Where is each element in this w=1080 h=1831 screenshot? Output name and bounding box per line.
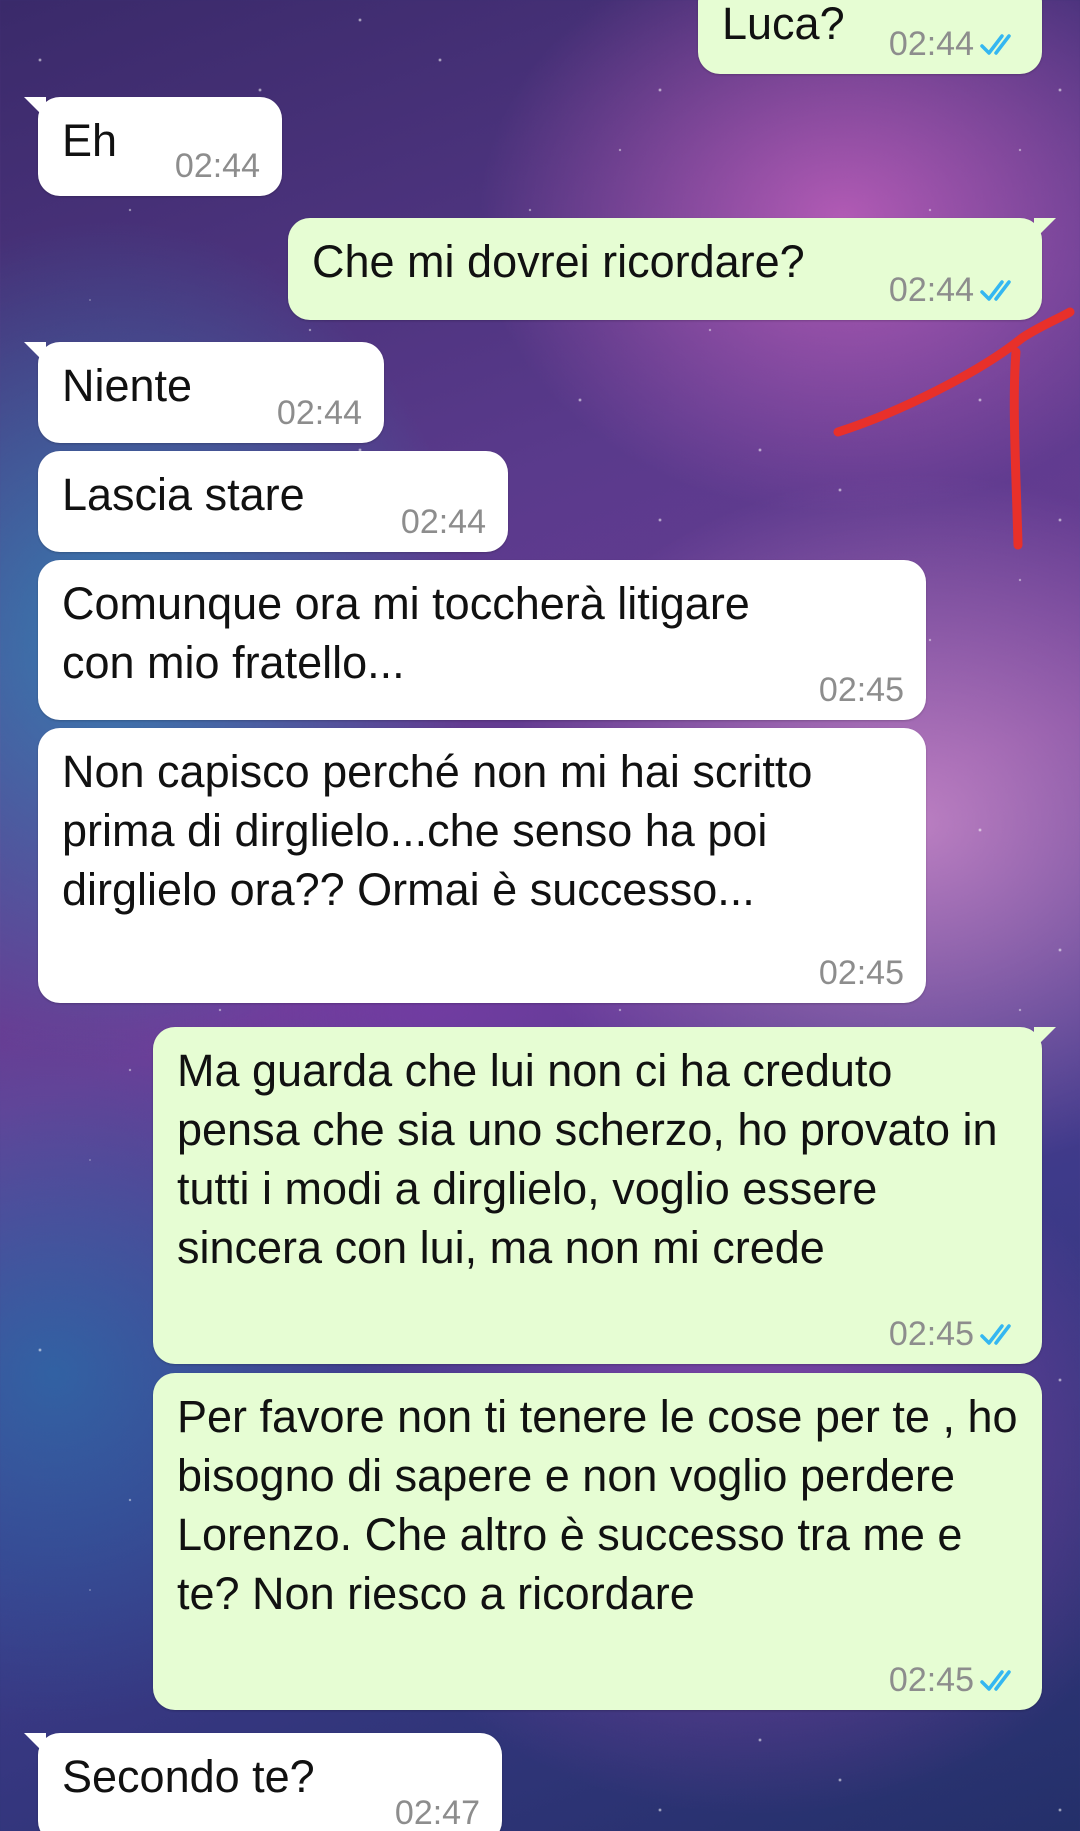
message-time: 02:44 (888, 271, 974, 309)
message-meta: 02:44 (175, 144, 260, 186)
chat-message-list[interactable]: Luca? 02:44 Eh 02:44 Che mi dovrei ricor… (0, 0, 1080, 1831)
message-time: 02:45 (818, 671, 904, 709)
message-time: 02:45 (888, 1315, 974, 1353)
message-text: Comunque ora mi toccherà litigare con mi… (62, 578, 763, 688)
message-text: Non capisco perché non mi hai scritto pr… (62, 746, 825, 915)
message-meta: 02:44 (401, 500, 486, 542)
message-meta: 02:45 (819, 951, 904, 993)
message-meta: 02:45 (819, 668, 904, 710)
message-time: 02:45 (888, 1661, 974, 1699)
message-time: 02:47 (394, 1794, 480, 1831)
message-time: 02:44 (888, 25, 974, 63)
message-time: 02:44 (400, 503, 486, 541)
message-text: Per favore non ti tenere le cose per te … (177, 1391, 1031, 1619)
double-check-icon (980, 34, 1011, 55)
message-bubble-incoming[interactable]: Eh 02:44 (24, 97, 282, 196)
double-check-icon (980, 1324, 1011, 1345)
message-bubble-incoming[interactable]: Comunque ora mi toccherà litigare con mi… (38, 560, 926, 720)
message-meta: 02:47 (395, 1791, 480, 1831)
message-bubble-outgoing[interactable]: Per favore non ti tenere le cose per te … (153, 1373, 1042, 1710)
message-bubble-outgoing[interactable]: Luca? 02:44 (698, 0, 1042, 74)
message-bubble-outgoing[interactable]: Ma guarda che lui non ci ha creduto pens… (153, 1027, 1056, 1364)
message-meta: 02:44 (277, 391, 362, 433)
message-time: 02:44 (276, 394, 362, 432)
message-bubble-incoming[interactable]: Secondo te? 02:47 (24, 1733, 502, 1831)
message-time: 02:44 (174, 147, 260, 185)
message-time: 02:45 (818, 954, 904, 992)
message-meta: 02:45 (889, 1658, 1020, 1700)
message-meta: 02:44 (889, 22, 1020, 64)
message-meta: 02:44 (889, 268, 1020, 310)
message-bubble-incoming[interactable]: Niente 02:44 (24, 342, 384, 443)
double-check-icon (980, 1670, 1011, 1691)
message-bubble-incoming[interactable]: Non capisco perché non mi hai scritto pr… (38, 728, 926, 1003)
double-check-icon (980, 280, 1011, 301)
message-meta: 02:45 (889, 1312, 1020, 1354)
message-bubble-outgoing[interactable]: Che mi dovrei ricordare? 02:44 (288, 218, 1056, 320)
message-bubble-incoming[interactable]: Lascia stare 02:44 (38, 451, 508, 552)
message-text: Ma guarda che lui non ci ha creduto pens… (177, 1045, 1011, 1273)
